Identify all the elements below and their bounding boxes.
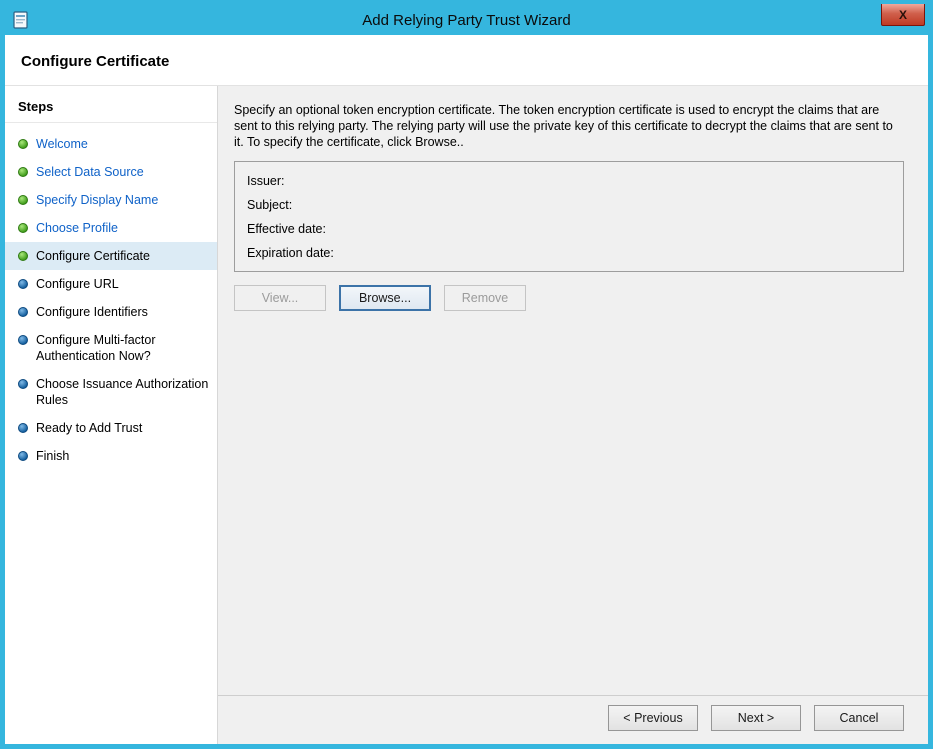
wizard-window: Add Relying Party Trust Wizard X Configu… [0,0,933,749]
sidebar-step-choose-issuance-authorization-rules: Choose Issuance Authorization Rules [5,370,217,414]
sidebar-step-configure-url: Configure URL [5,270,217,298]
step-done-icon [18,139,28,149]
step-label[interactable]: Select Data Source [36,164,144,180]
step-pending-icon [18,335,28,345]
previous-button[interactable]: < Previous [608,705,698,731]
sidebar-step-configure-multi-factor-authentication-now: Configure Multi-factor Authentication No… [5,326,217,370]
sidebar-step-welcome[interactable]: Welcome [5,130,217,158]
cert-field-effective-date: Effective date: [247,217,891,241]
steps-heading: Steps [5,96,217,123]
sidebar-step-ready-to-add-trust: Ready to Add Trust [5,414,217,442]
cert-field-subject: Subject: [247,193,891,217]
step-pending-icon [18,451,28,461]
browse-button[interactable]: Browse... [339,285,431,311]
view-button[interactable]: View... [234,285,326,311]
main-panel: Specify an optional token encryption cer… [218,86,928,744]
sidebar-step-select-data-source[interactable]: Select Data Source [5,158,217,186]
window-title: Add Relying Party Trust Wizard [5,12,928,29]
wizard-footer: < Previous Next > Cancel [218,695,928,744]
step-label: Ready to Add Trust [36,420,142,436]
step-pending-icon [18,279,28,289]
step-pending-icon [18,307,28,317]
step-done-icon [18,195,28,205]
cancel-button[interactable]: Cancel [814,705,904,731]
cert-field-expiration-date: Expiration date: [247,241,891,265]
step-label: Configure URL [36,276,119,292]
steps-list: Welcome Select Data Source Specify Display… [5,123,217,470]
close-icon: X [899,8,907,22]
step-pending-icon [18,379,28,389]
description-text: Specify an optional token encryption cer… [234,102,904,150]
step-label: Configure Identifiers [36,304,148,320]
step-label: Choose Issuance Authorization Rules [36,376,209,408]
step-label: Configure Multi-factor Authentication No… [36,332,209,364]
step-label[interactable]: Welcome [36,136,88,152]
step-done-icon [18,251,28,261]
step-done-icon [18,223,28,233]
remove-button[interactable]: Remove [444,285,526,311]
sidebar-step-configure-certificate: Configure Certificate [5,242,217,270]
close-button[interactable]: X [881,4,925,26]
page-title: Configure Certificate [21,53,928,70]
sidebar-step-finish: Finish [5,442,217,470]
certificate-info-box: Issuer:Subject:Effective date:Expiration… [234,161,904,272]
certificate-actions: View... Browse... Remove [234,285,904,311]
cert-field-issuer: Issuer: [247,169,891,193]
titlebar: Add Relying Party Trust Wizard X [5,5,928,35]
next-button[interactable]: Next > [711,705,801,731]
wizard-header: Configure Certificate [5,35,928,86]
step-label: Configure Certificate [36,248,150,264]
step-label: Finish [36,448,69,464]
step-pending-icon [18,423,28,433]
step-label[interactable]: Choose Profile [36,220,118,236]
sidebar-step-specify-display-name[interactable]: Specify Display Name [5,186,217,214]
sidebar-step-configure-identifiers: Configure Identifiers [5,298,217,326]
sidebar-step-choose-profile[interactable]: Choose Profile [5,214,217,242]
step-label[interactable]: Specify Display Name [36,192,158,208]
steps-sidebar: Steps Welcome Select Data Source Specify D… [5,86,218,744]
step-done-icon [18,167,28,177]
